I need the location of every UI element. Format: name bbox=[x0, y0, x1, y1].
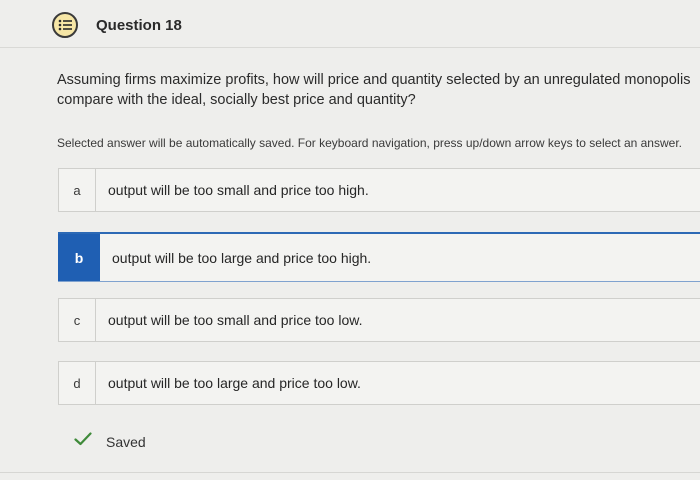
option-letter: d bbox=[59, 362, 96, 404]
answer-option-a[interactable]: a output will be too small and price too… bbox=[58, 168, 700, 212]
option-text: output will be too small and price too l… bbox=[108, 312, 363, 328]
question-prompt-line2: compare with the ideal, socially best pr… bbox=[57, 92, 416, 108]
option-text: output will be too small and price too h… bbox=[108, 182, 369, 198]
question-header: Question 18 bbox=[52, 10, 182, 40]
option-text: output will be too large and price too h… bbox=[112, 249, 372, 266]
footer-divider bbox=[0, 472, 700, 473]
question-prompt: Assuming firms maximize profits, how wil… bbox=[57, 70, 700, 110]
option-text: output will be too large and price too l… bbox=[108, 375, 361, 391]
header-divider bbox=[0, 47, 700, 48]
question-prompt-line1: Assuming firms maximize profits, how wil… bbox=[57, 72, 691, 88]
save-status: Saved bbox=[74, 432, 146, 451]
saved-label: Saved bbox=[106, 433, 146, 450]
checkmark-icon bbox=[74, 432, 92, 451]
question-number: Question 18 bbox=[96, 16, 182, 34]
option-letter: a bbox=[59, 169, 96, 211]
option-letter: c bbox=[59, 299, 96, 341]
answer-option-b[interactable]: b output will be too large and price too… bbox=[58, 232, 700, 282]
instructions-text: Selected answer will be automatically sa… bbox=[57, 136, 682, 150]
option-letter: b bbox=[58, 234, 100, 281]
answer-option-d[interactable]: d output will be too large and price too… bbox=[58, 361, 700, 405]
answer-option-c[interactable]: c output will be too small and price too… bbox=[58, 298, 700, 342]
list-icon bbox=[52, 12, 78, 38]
